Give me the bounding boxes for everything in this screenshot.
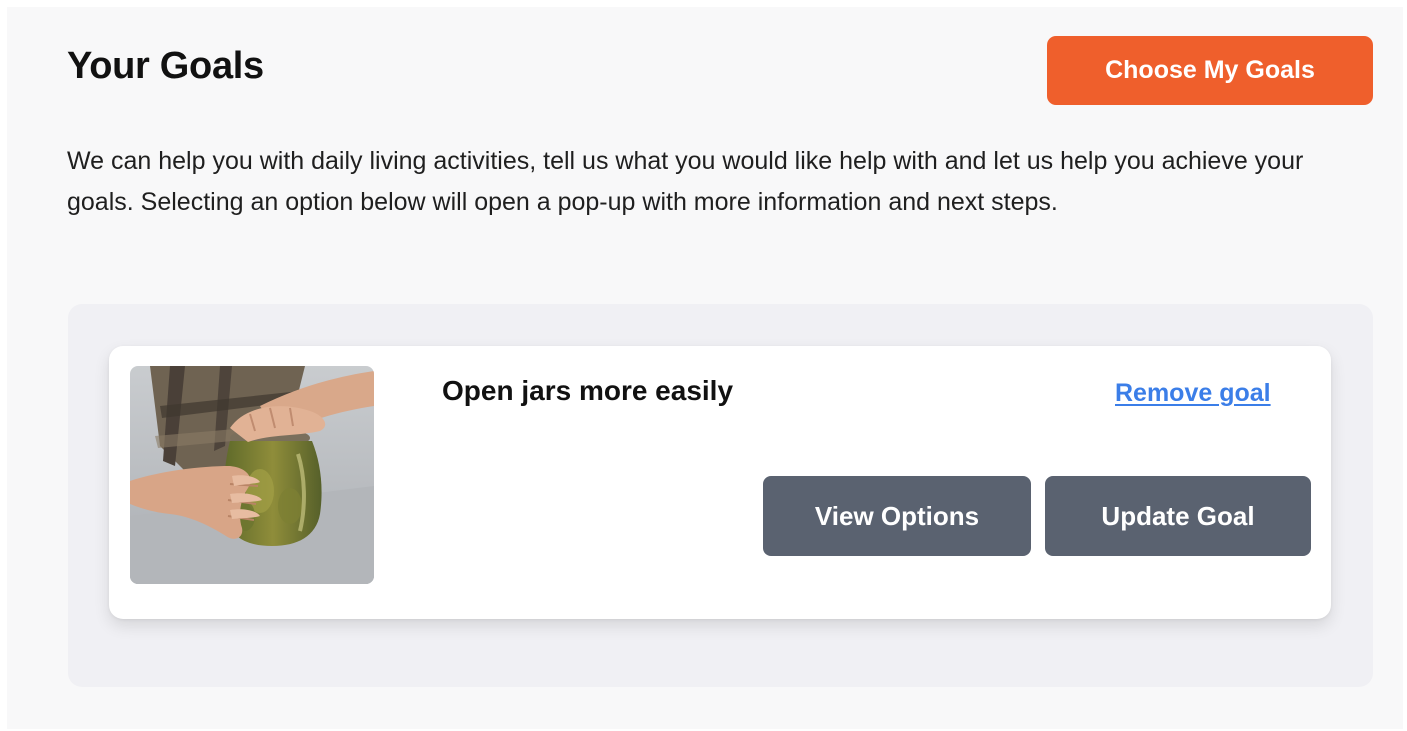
goals-panel: Your Goals Choose My Goals We can help y… bbox=[7, 7, 1403, 729]
choose-my-goals-button[interactable]: Choose My Goals bbox=[1047, 36, 1373, 105]
update-goal-button[interactable]: Update Goal bbox=[1045, 476, 1311, 556]
goal-title: Open jars more easily bbox=[442, 375, 734, 406]
goal-image bbox=[130, 366, 374, 584]
remove-goal-link[interactable]: Remove goal bbox=[1115, 376, 1271, 410]
goals-list: Open jars more easily Remove goal View O… bbox=[68, 304, 1373, 687]
view-options-button[interactable]: View Options bbox=[763, 476, 1031, 556]
goals-description: We can help you with daily living activi… bbox=[67, 147, 1304, 216]
goal-card: Open jars more easily Remove goal View O… bbox=[109, 346, 1331, 619]
page-title: Your Goals bbox=[67, 45, 264, 87]
jar-photo-icon bbox=[130, 366, 374, 584]
